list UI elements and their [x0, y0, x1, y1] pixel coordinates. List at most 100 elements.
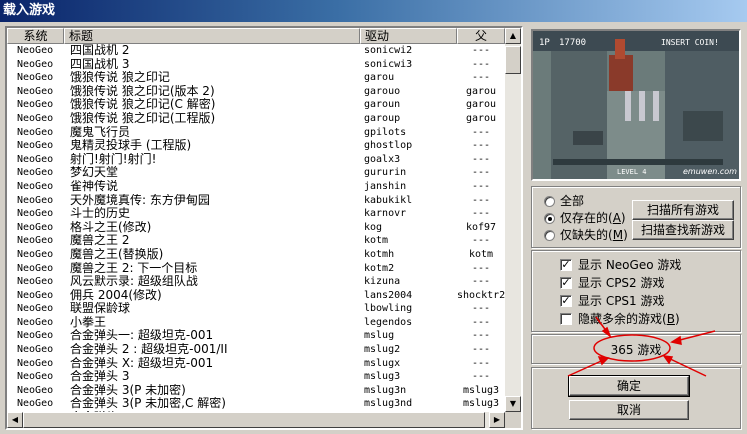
cell-title: 联盟保龄球	[70, 302, 131, 316]
cell-system: NeoGeo	[17, 221, 54, 233]
radio-all[interactable]: 全部	[544, 193, 584, 209]
scroll-left-button[interactable]: ◀	[7, 412, 23, 428]
radio-all-label: 全部	[560, 194, 585, 208]
check-show-neogeo[interactable]: ✓ 显示 NeoGeo 游戏	[560, 257, 681, 273]
list-item[interactable]: NeoGeo 四国战机 3 sonicwi3 ---	[7, 58, 505, 72]
check-show-cps2[interactable]: ✓ 显示 CPS2 游戏	[560, 275, 665, 291]
dialog-buttons-group: 确定 取消	[531, 367, 741, 429]
horizontal-scroll-thumb[interactable]	[23, 412, 485, 428]
cell-title: 鬼精灵投球手 (工程版)	[70, 139, 192, 153]
radio-missing-only[interactable]: 仅缺失的 (M)	[544, 227, 628, 243]
cell-parent: garou	[465, 99, 497, 111]
column-header-system[interactable]: 系统	[7, 28, 64, 44]
column-header-title[interactable]: 标题	[64, 28, 360, 44]
list-item[interactable]: NeoGeo 魔兽之王 2 kotm ---	[7, 234, 505, 248]
preview-level: LEVEL 4	[617, 168, 647, 176]
list-item[interactable]: NeoGeo 饿狼传说 狼之印记(C 解密) garoun garou	[7, 98, 505, 112]
list-item[interactable]: NeoGeo 魔鬼飞行员 gpilots ---	[7, 126, 505, 140]
list-item[interactable]: NeoGeo 饿狼传说 狼之印记(版本 2) garouo garou	[7, 85, 505, 99]
list-item[interactable]: NeoGeo 四国战机 2 sonicwi2 ---	[7, 44, 505, 58]
list-item[interactable]: NeoGeo 风云默示录: 超级组队战 kizuna ---	[7, 275, 505, 289]
cell-title: 合金弹头 X: 超级坦克-001	[70, 356, 214, 370]
scroll-up-button[interactable]: ▲	[505, 28, 521, 44]
radio-available-label: 仅存在的	[560, 211, 609, 225]
list-item[interactable]: NeoGeo 合金弹头 X: 超级坦克-001 mslugx ---	[7, 357, 505, 371]
cell-parent: ---	[471, 330, 491, 342]
cell-title: 魔兽之王 2: 下一个目标	[70, 261, 198, 275]
list-item[interactable]: NeoGeo 魔兽之王 2: 下一个目标 kotm2 ---	[7, 262, 505, 276]
checkbox[interactable]	[560, 313, 572, 325]
hotkey-paren: (A)	[608, 211, 626, 225]
list-item[interactable]: NeoGeo 小拳王 legendos ---	[7, 316, 505, 330]
list-item[interactable]: NeoGeo 饿狼传说 狼之印记 garou ---	[7, 71, 505, 85]
cell-system: NeoGeo	[17, 398, 54, 410]
list-item[interactable]: NeoGeo 天外魔境真传: 东方伊甸园 kabukikl ---	[7, 194, 505, 208]
list-item[interactable]: NeoGeo 联盟保龄球 lbowling ---	[7, 302, 505, 316]
cell-system: NeoGeo	[17, 153, 54, 165]
cell-title: 魔兽之王(替换版)	[70, 247, 164, 261]
horizontal-scrollbar[interactable]: ◀ ▶	[7, 412, 505, 428]
list-item[interactable]: NeoGeo 射门!射门!射门! goalx3 ---	[7, 153, 505, 167]
list-item[interactable]: NeoGeo 鬼精灵投球手 (工程版) ghostlop ---	[7, 139, 505, 153]
checkbox[interactable]: ✓	[560, 277, 572, 289]
list-item[interactable]: NeoGeo 合金弹头一: 超级坦克-001 mslug ---	[7, 329, 505, 343]
cell-title: 雀神传说	[70, 179, 119, 193]
cell-system: NeoGeo	[17, 262, 54, 274]
list-item[interactable]: NeoGeo 格斗之王(修改) kog kof97	[7, 221, 505, 235]
ok-button[interactable]: 确定	[568, 375, 690, 397]
radio-button[interactable]	[544, 195, 555, 207]
list-item[interactable]: NeoGeo 梦幻天堂 gururin ---	[7, 166, 505, 180]
cell-system: NeoGeo	[17, 112, 54, 124]
radio-available-only[interactable]: 仅存在的 (A)	[544, 210, 626, 226]
check-hide-extra[interactable]: 隐藏多余的游戏 (B)	[560, 311, 680, 327]
preview-watermark: emuwen.com	[683, 167, 737, 176]
cancel-button[interactable]: 取消	[569, 400, 689, 420]
cell-title: 佣兵 2004(修改)	[70, 288, 162, 302]
cell-title: 格斗之王(修改)	[70, 220, 152, 234]
list-item[interactable]: NeoGeo 合金弹头 3(P 未加密,C 解密) mslug3nd mslug3	[7, 397, 505, 411]
cell-system: NeoGeo	[17, 357, 54, 369]
list-item[interactable]: NeoGeo 合金弹头 3 mslug3 ---	[7, 370, 505, 384]
cell-driver: mslug	[364, 330, 395, 342]
scan-all-button[interactable]: 扫描所有游戏	[632, 200, 734, 220]
column-header-parent[interactable]: 父	[457, 28, 505, 44]
vertical-scroll-thumb[interactable]	[505, 46, 521, 74]
game-list[interactable]: 系统 标题 驱动 父 NeoGeo 四国战机 2 sonicwi2 --- NeoGeo…	[5, 26, 523, 430]
cell-system: NeoGeo	[17, 384, 54, 396]
cell-parent: garou	[465, 85, 497, 97]
list-item[interactable]: NeoGeo 合金弹头 2 : 超级坦克-001/II mslug2 ---	[7, 343, 505, 357]
check-show-neogeo-label: 显示 NeoGeo 游戏	[578, 258, 682, 272]
list-item[interactable]: NeoGeo 斗士的历史 karnovr ---	[7, 207, 505, 221]
game-preview-image: 1P 17700 INSERT COIN! LEVEL 4 emuwen.com	[531, 29, 741, 181]
scroll-right-button[interactable]: ▶	[489, 412, 505, 428]
cell-driver: mslug3	[364, 371, 401, 383]
radio-button[interactable]	[544, 212, 555, 224]
column-header-driver[interactable]: 驱动	[360, 28, 457, 44]
cell-driver: kog	[364, 221, 383, 233]
cell-title: 斗士的历史	[70, 207, 131, 221]
cell-system: NeoGeo	[17, 72, 54, 84]
scan-new-button[interactable]: 扫描查找新游戏	[632, 220, 734, 240]
cell-driver: lans2004	[364, 289, 413, 301]
cell-parent: ---	[471, 235, 491, 247]
list-item[interactable]: NeoGeo 饿狼传说 狼之印记(工程版) garoup garou	[7, 112, 505, 126]
list-item[interactable]: NeoGeo 合金弹头 3(P 未加密) mslug3n mslug3	[7, 384, 505, 398]
list-item[interactable]: NeoGeo 佣兵 2004(修改) lans2004 shocktr2	[7, 289, 505, 303]
checkbox[interactable]: ✓	[560, 259, 572, 271]
cell-driver: gpilots	[364, 126, 407, 138]
list-item[interactable]: NeoGeo 魔兽之王(替换版) kotmh kotm	[7, 248, 505, 262]
scroll-down-button[interactable]: ▼	[505, 396, 521, 412]
check-show-cps1[interactable]: ✓ 显示 CPS1 游戏	[560, 293, 665, 309]
vertical-scrollbar[interactable]: ▲ ▼	[505, 28, 521, 412]
cell-parent: ---	[471, 208, 491, 220]
radio-button[interactable]	[544, 229, 555, 241]
cell-driver: kotm	[364, 235, 389, 247]
list-item[interactable]: NeoGeo 雀神传说 janshin ---	[7, 180, 505, 194]
cell-system: NeoGeo	[17, 276, 54, 288]
cell-parent: ---	[471, 58, 491, 70]
cell-system: NeoGeo	[17, 235, 54, 247]
cell-system: NeoGeo	[17, 180, 54, 192]
checkbox[interactable]: ✓	[560, 295, 572, 307]
cell-driver: mslugx	[364, 357, 401, 369]
cell-system: NeoGeo	[17, 330, 54, 342]
